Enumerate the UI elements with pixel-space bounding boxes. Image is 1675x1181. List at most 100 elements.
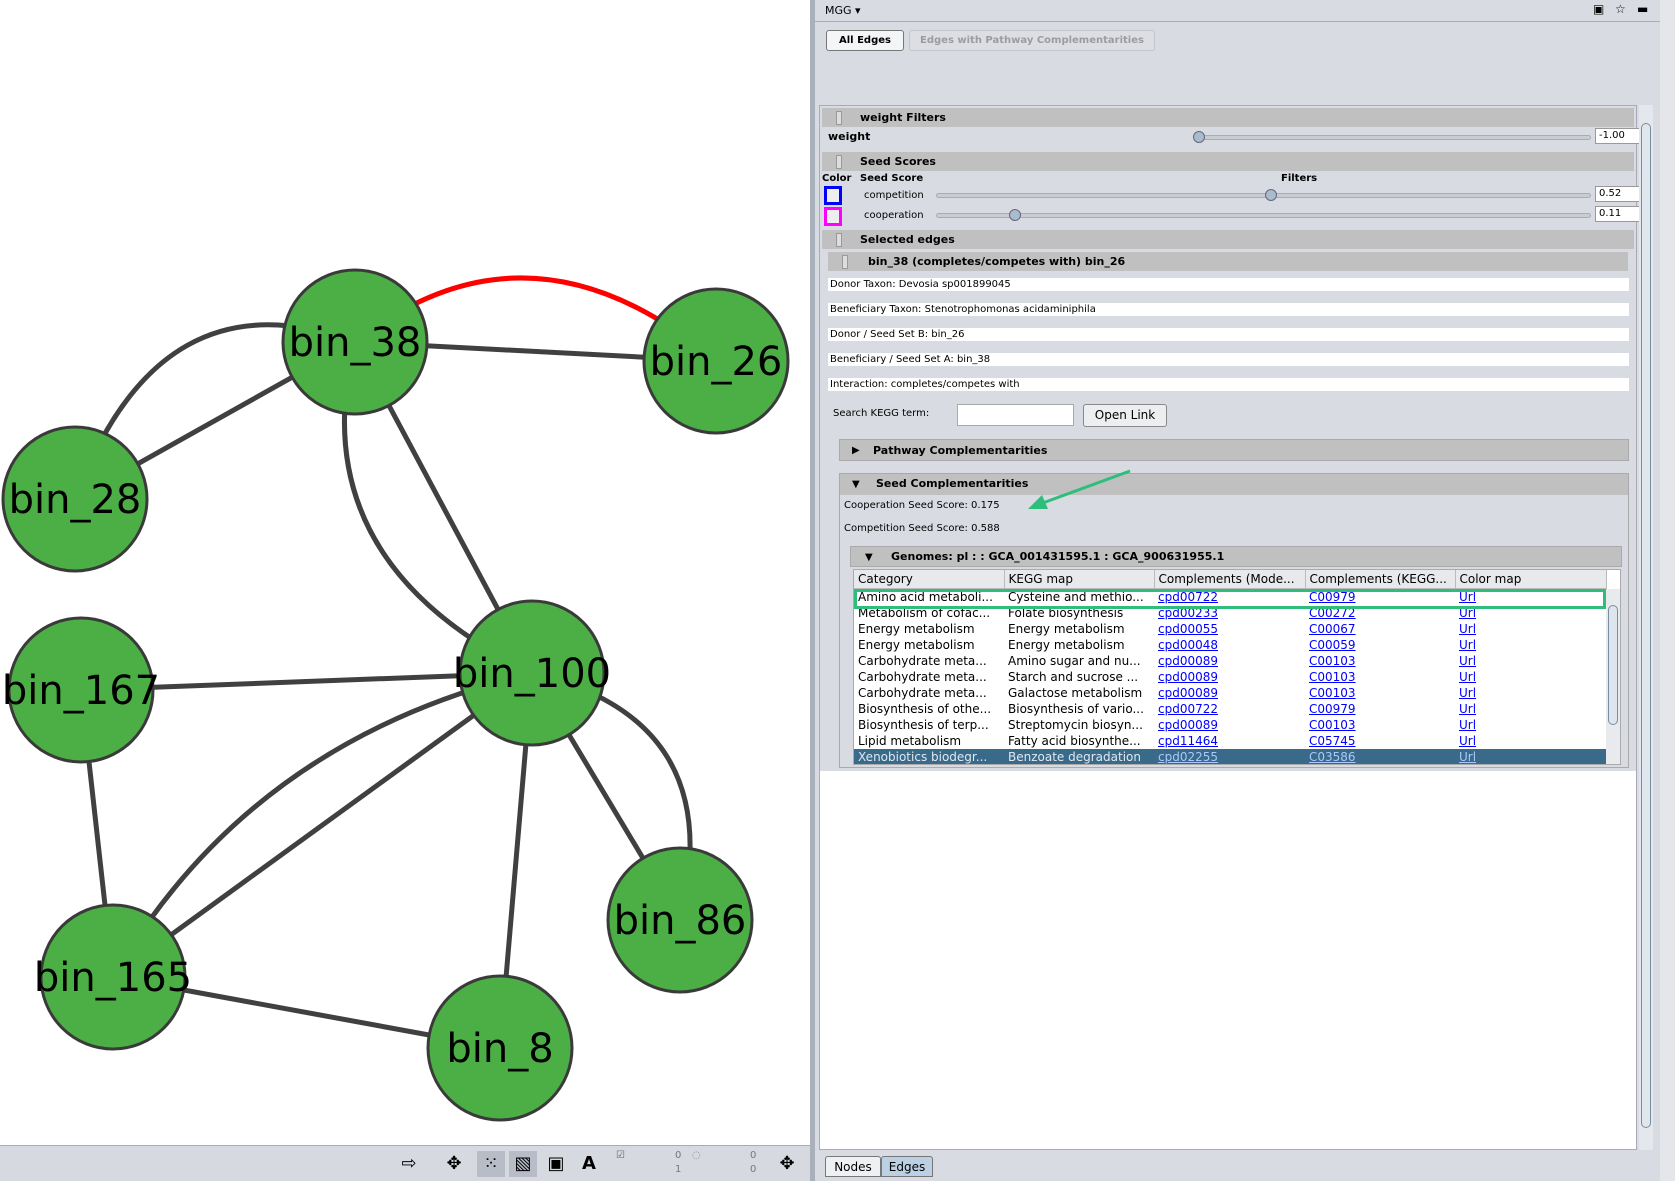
column-header[interactable]: Complements (Mode... (1154, 570, 1306, 589)
weight-filters-header[interactable]: weight Filters (822, 108, 1634, 127)
link[interactable]: C00103 (1309, 670, 1356, 684)
edge-title-header[interactable]: bin_38 (completes/competes with) bin_26 (828, 252, 1628, 271)
float-icon[interactable]: ▣ (1593, 2, 1604, 16)
node-bin_26[interactable]: bin_26 (642, 287, 790, 435)
column-header[interactable]: KEGG map (1004, 570, 1155, 589)
link[interactable]: cpd02255 (1158, 750, 1218, 764)
table-row[interactable]: Energy metabolism Energy metabolism cpd000… (854, 637, 1606, 653)
link[interactable]: Url (1459, 686, 1476, 700)
link[interactable]: Url (1459, 622, 1476, 636)
node-bin_28[interactable]: bin_28 (1, 425, 149, 573)
network-canvas[interactable]: bin_38 bin_26 bin_28 bin_167 bin_100 bin_86 bi… (0, 0, 810, 1145)
minimize-icon[interactable]: ▬ (1637, 2, 1648, 16)
column-header[interactable]: Category (854, 570, 1005, 589)
link[interactable]: cpd00722 (1158, 702, 1218, 716)
competition-color-swatch[interactable] (824, 186, 842, 205)
model-compound-link[interactable]: cpd11464 (1154, 733, 1305, 749)
column-header[interactable]: Complements (KEGG... (1305, 570, 1456, 589)
color-map-link[interactable]: Url (1455, 621, 1606, 637)
color-map-link[interactable]: Url (1455, 717, 1606, 733)
link[interactable]: Url (1459, 670, 1476, 684)
kegg-compound-link[interactable]: C03586 (1305, 748, 1455, 764)
model-compound-link[interactable]: cpd00055 (1154, 621, 1305, 637)
text-icon[interactable]: A (575, 1151, 603, 1177)
link[interactable]: C00979 (1309, 702, 1356, 716)
open-link-button[interactable]: Open Link (1083, 404, 1167, 427)
layout-icon[interactable]: ✥ (440, 1151, 468, 1177)
link[interactable]: C00103 (1309, 654, 1356, 668)
genomes-header[interactable]: ▼ Genomes: pl : : GCA_001431595.1 : GCA_9… (850, 546, 1622, 567)
link[interactable]: cpd00089 (1158, 718, 1218, 732)
link[interactable]: Url (1459, 750, 1476, 764)
tab-nodes[interactable]: Nodes (825, 1156, 881, 1177)
kegg-compound-link[interactable]: C00103 (1305, 685, 1455, 701)
seed-complementarities-header[interactable]: ▼ Seed Complementarities (840, 474, 1628, 495)
table-row[interactable]: Carbohydrate meta... Starch and sucrose .… (854, 669, 1606, 685)
link[interactable]: cpd00089 (1158, 670, 1218, 684)
tab-edges[interactable]: Edges (881, 1156, 933, 1177)
export-icon[interactable]: ⇨ (395, 1151, 423, 1177)
node-bin_38[interactable]: bin_38 (281, 268, 429, 416)
panel-title[interactable]: MGG ▾ (825, 4, 861, 17)
model-compound-link[interactable]: cpd00089 (1154, 685, 1305, 701)
table-row[interactable]: Biosynthesis of othe... Biosynthesis of v… (854, 701, 1606, 717)
link[interactable]: C00103 (1309, 718, 1356, 732)
link[interactable]: cpd00055 (1158, 622, 1218, 636)
panel-scrollbar[interactable] (1639, 105, 1653, 1150)
model-compound-link[interactable]: cpd00048 (1154, 637, 1305, 653)
link[interactable]: Url (1459, 718, 1476, 732)
cooperation-value[interactable]: 0.11 (1595, 206, 1641, 222)
link[interactable]: C03586 (1309, 750, 1356, 764)
link[interactable]: C00059 (1309, 638, 1356, 652)
model-compound-link[interactable]: cpd00089 (1154, 653, 1305, 669)
edge-bin_165-bin_100[interactable] (111, 670, 534, 980)
pathway-complementarities-header[interactable]: ▶ Pathway Complementarities (839, 439, 1629, 461)
tab-all-edges[interactable]: All Edges (826, 30, 904, 51)
network-graph[interactable]: bin_38 bin_26 bin_28 bin_167 bin_100 bin_86bi… (0, 0, 810, 1145)
kegg-compound-link[interactable]: C00103 (1305, 669, 1455, 685)
pin-icon[interactable]: ☆ (1615, 2, 1626, 16)
link[interactable]: Url (1459, 654, 1476, 668)
kegg-compound-link[interactable]: C05745 (1305, 733, 1455, 749)
node-bin_8[interactable]: bin_8 (426, 974, 574, 1122)
table-row[interactable]: Carbohydrate meta... Galactose metabolism… (854, 685, 1606, 701)
weight-slider-knob[interactable] (1193, 131, 1205, 143)
weight-value[interactable]: -1.00 (1595, 128, 1641, 144)
cooperation-slider[interactable] (936, 209, 1591, 221)
competition-slider[interactable] (936, 189, 1591, 201)
kegg-compound-link[interactable]: C00067 (1305, 621, 1455, 637)
table-scrollbar[interactable] (1606, 589, 1620, 764)
table-row[interactable]: Energy metabolism Energy metabolism cpd000… (854, 621, 1606, 637)
node-bin_86[interactable]: bin_86 (606, 846, 754, 994)
kegg-compound-link[interactable]: C00103 (1305, 653, 1455, 669)
table-row[interactable]: Carbohydrate meta... Amino sugar and nu..… (854, 653, 1606, 669)
table-row[interactable]: Biosynthesis of terp... Streptomycin bios… (854, 717, 1606, 733)
competition-value[interactable]: 0.52 (1595, 186, 1641, 202)
node-bin_167[interactable]: bin_167 (2, 616, 160, 764)
cooperation-color-swatch[interactable] (824, 207, 842, 226)
kegg-compound-link[interactable]: C00059 (1305, 637, 1455, 653)
select-edges-icon[interactable]: ▧ (509, 1151, 537, 1177)
model-compound-link[interactable]: cpd02255 (1154, 748, 1305, 764)
link[interactable]: Url (1459, 638, 1476, 652)
link[interactable]: C05745 (1309, 734, 1356, 748)
link[interactable]: cpd00048 (1158, 638, 1218, 652)
competition-slider-knob[interactable] (1265, 189, 1277, 201)
node-bin_165[interactable]: bin_165 (34, 903, 192, 1051)
model-compound-link[interactable]: cpd00722 (1154, 701, 1305, 717)
selected-edges-header[interactable]: Selected edges (822, 230, 1634, 249)
annotation-icon[interactable]: ▣ (542, 1151, 570, 1177)
seed-scores-header[interactable]: Seed Scores (822, 152, 1634, 171)
fit-view-icon[interactable]: ✥ (773, 1151, 801, 1177)
link[interactable]: C00103 (1309, 686, 1356, 700)
color-map-link[interactable]: Url (1455, 733, 1606, 749)
node-bin_100[interactable]: bin_100 (453, 599, 611, 747)
link[interactable]: cpd11464 (1158, 734, 1218, 748)
panel-scrollbar-thumb[interactable] (1641, 123, 1651, 1128)
tab-pathway-edges[interactable]: Edges with Pathway Complementarities (909, 30, 1155, 51)
model-compound-link[interactable]: cpd00089 (1154, 717, 1305, 733)
color-map-link[interactable]: Url (1455, 637, 1606, 653)
link[interactable]: Url (1459, 702, 1476, 716)
color-map-link[interactable]: Url (1455, 701, 1606, 717)
table-row[interactable]: Xenobiotics biodegr... Benzoate degradati… (854, 748, 1606, 764)
